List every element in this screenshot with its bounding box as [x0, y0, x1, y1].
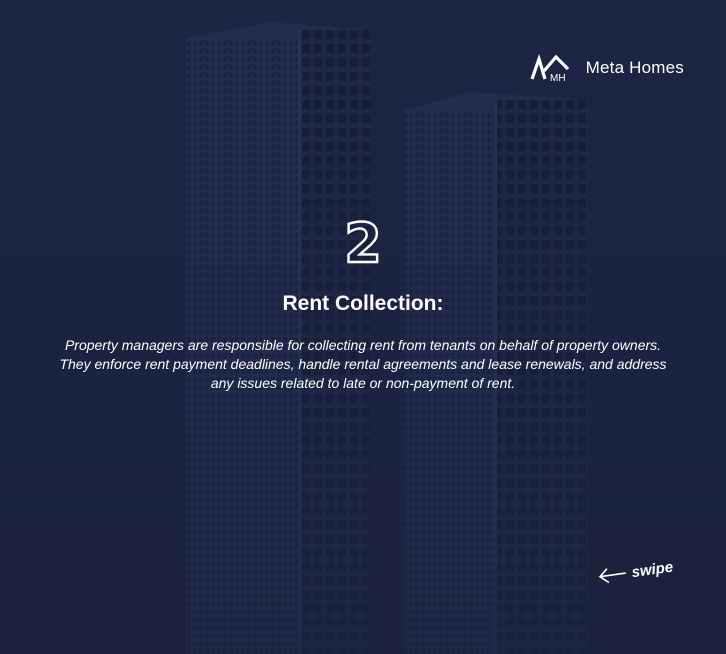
building-background-image [0, 0, 726, 654]
brand-name: Meta Homes [585, 58, 684, 77]
step-number: 2 [343, 212, 383, 275]
slide-title: Rent Collection: [282, 292, 444, 315]
brand-lockup: MH Meta Homes [530, 53, 684, 83]
mh-house-logo-icon: MH [530, 53, 569, 83]
slide-body-text: Property managers are responsible for co… [59, 337, 667, 391]
carousel-slide: MH Meta Homes 2 Rent Collection: Propert… [0, 0, 726, 654]
logo-initials: MH [550, 73, 566, 83]
